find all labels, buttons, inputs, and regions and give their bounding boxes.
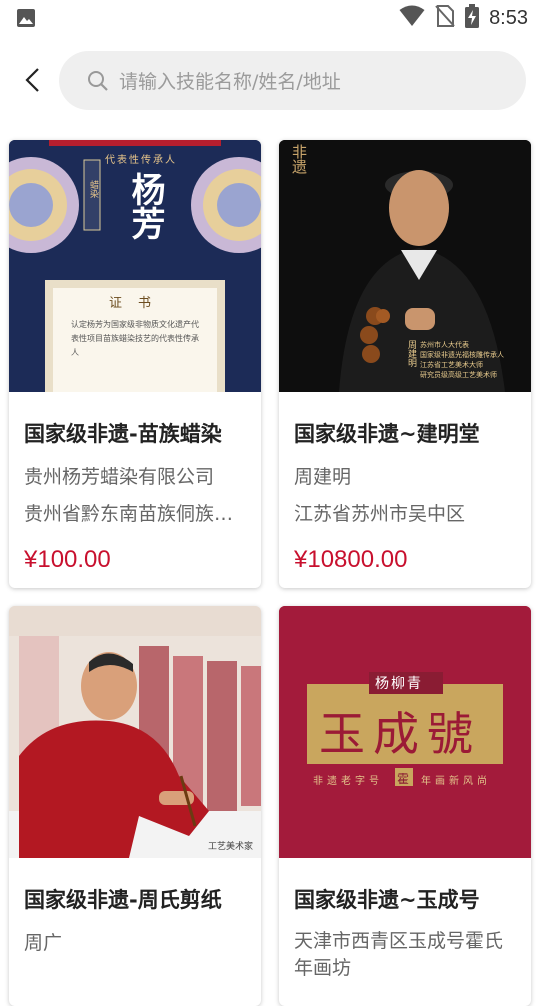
product-image: 杨柳青 玉成號 非遗老字号 霍 年画新风尚 — [279, 606, 531, 858]
product-card[interactable]: 杨柳青 玉成號 非遗老字号 霍 年画新风尚 国家级非遗~玉成号 天津市西青区玉成… — [279, 606, 531, 1006]
card-image-name: 周建明 — [406, 340, 416, 367]
card-company: 周广 — [24, 932, 63, 954]
product-image: 工艺美术家 — [9, 606, 261, 858]
search-placeholder: 请输入技能名称/姓名/地址 — [119, 71, 341, 93]
card-company: 贵州杨芳蜡染有限公司 — [24, 466, 215, 488]
product-card[interactable]: 代表性传承人 杨芳 蜡染 证书 认定杨芳为国家级非物质文化遗产代表性项目苗族蜡染… — [9, 140, 261, 588]
card-image-caption: 工艺美术家 — [207, 842, 253, 852]
status-bar: 8:53 — [0, 0, 540, 36]
card-image-seal: 霍 — [397, 772, 410, 786]
card-address: 江苏省苏州市吴中区 — [294, 503, 466, 525]
back-button[interactable] — [18, 64, 50, 96]
caption-line: 江苏省工艺美术大师 — [420, 361, 483, 369]
card-title: 国家级非遗~玉成号 — [294, 888, 480, 912]
product-card[interactable]: 工艺美术家 国家级非遗-周氏剪纸 周广 — [9, 606, 261, 1006]
card-title: 国家级非遗~建明堂 — [294, 422, 480, 446]
chevron-left-icon — [25, 68, 39, 92]
battery-charging-icon — [465, 4, 480, 32]
card-image-caption: 苏州市人大代表 国家级非遗光福核雕传承人 江苏省工艺美术大师 研究员级高级工艺美… — [420, 340, 531, 380]
search-icon — [88, 70, 108, 91]
card-title: 国家级非遗-周氏剪纸 — [24, 888, 222, 912]
card-image-tagline-right: 年画新风尚 — [421, 776, 491, 787]
card-address: 贵州省黔东南苗族侗族自治州 — [24, 503, 246, 525]
card-image-logo: 非遗 — [290, 144, 308, 174]
certificate-text: 认定杨芳为国家级非物质文化遗产代表性项目苗族蜡染技艺的代表性传承人 — [71, 320, 199, 357]
card-image-seal: 蜡染 — [88, 180, 98, 198]
card-price: ¥100.00 — [24, 546, 111, 573]
card-title: 国家级非遗-苗族蜡染 — [24, 422, 222, 446]
gallery-notification-icon — [16, 8, 36, 32]
card-company: 天津市西青区玉成号霍氏年画坊 — [294, 930, 504, 979]
caption-line: 苏州市人大代表 — [420, 341, 469, 349]
card-image-tagline-left: 非遗老字号 — [313, 776, 383, 787]
status-time: 8:53 — [489, 6, 528, 29]
card-image-banner: 代表性传承人 — [105, 155, 177, 166]
card-image-brand: 玉成號 — [319, 707, 481, 761]
no-sim-icon — [435, 4, 455, 32]
card-image-top-label: 杨柳青 — [375, 676, 423, 692]
card-image-name: 杨芳 — [125, 172, 165, 240]
certificate-title: 证书 — [109, 296, 168, 311]
product-image: 非遗 周建明 苏州市人大代表 国家级非遗光福核雕传承人 江苏省工艺美术大师 研究… — [279, 140, 531, 392]
search-input[interactable]: 请输入技能名称/姓名/地址 — [59, 51, 526, 110]
product-image: 代表性传承人 杨芳 蜡染 证书 认定杨芳为国家级非物质文化遗产代表性项目苗族蜡染… — [9, 140, 261, 392]
header: 请输入技能名称/姓名/地址 — [0, 50, 540, 112]
caption-line: 国家级非遗光福核雕传承人 — [420, 351, 504, 359]
card-price: ¥10800.00 — [294, 546, 408, 573]
product-card[interactable]: 非遗 周建明 苏州市人大代表 国家级非遗光福核雕传承人 江苏省工艺美术大师 研究… — [279, 140, 531, 588]
wifi-icon — [399, 5, 425, 31]
caption-line: 研究员级高级工艺美术师 — [420, 371, 497, 379]
card-company: 周建明 — [294, 466, 352, 488]
